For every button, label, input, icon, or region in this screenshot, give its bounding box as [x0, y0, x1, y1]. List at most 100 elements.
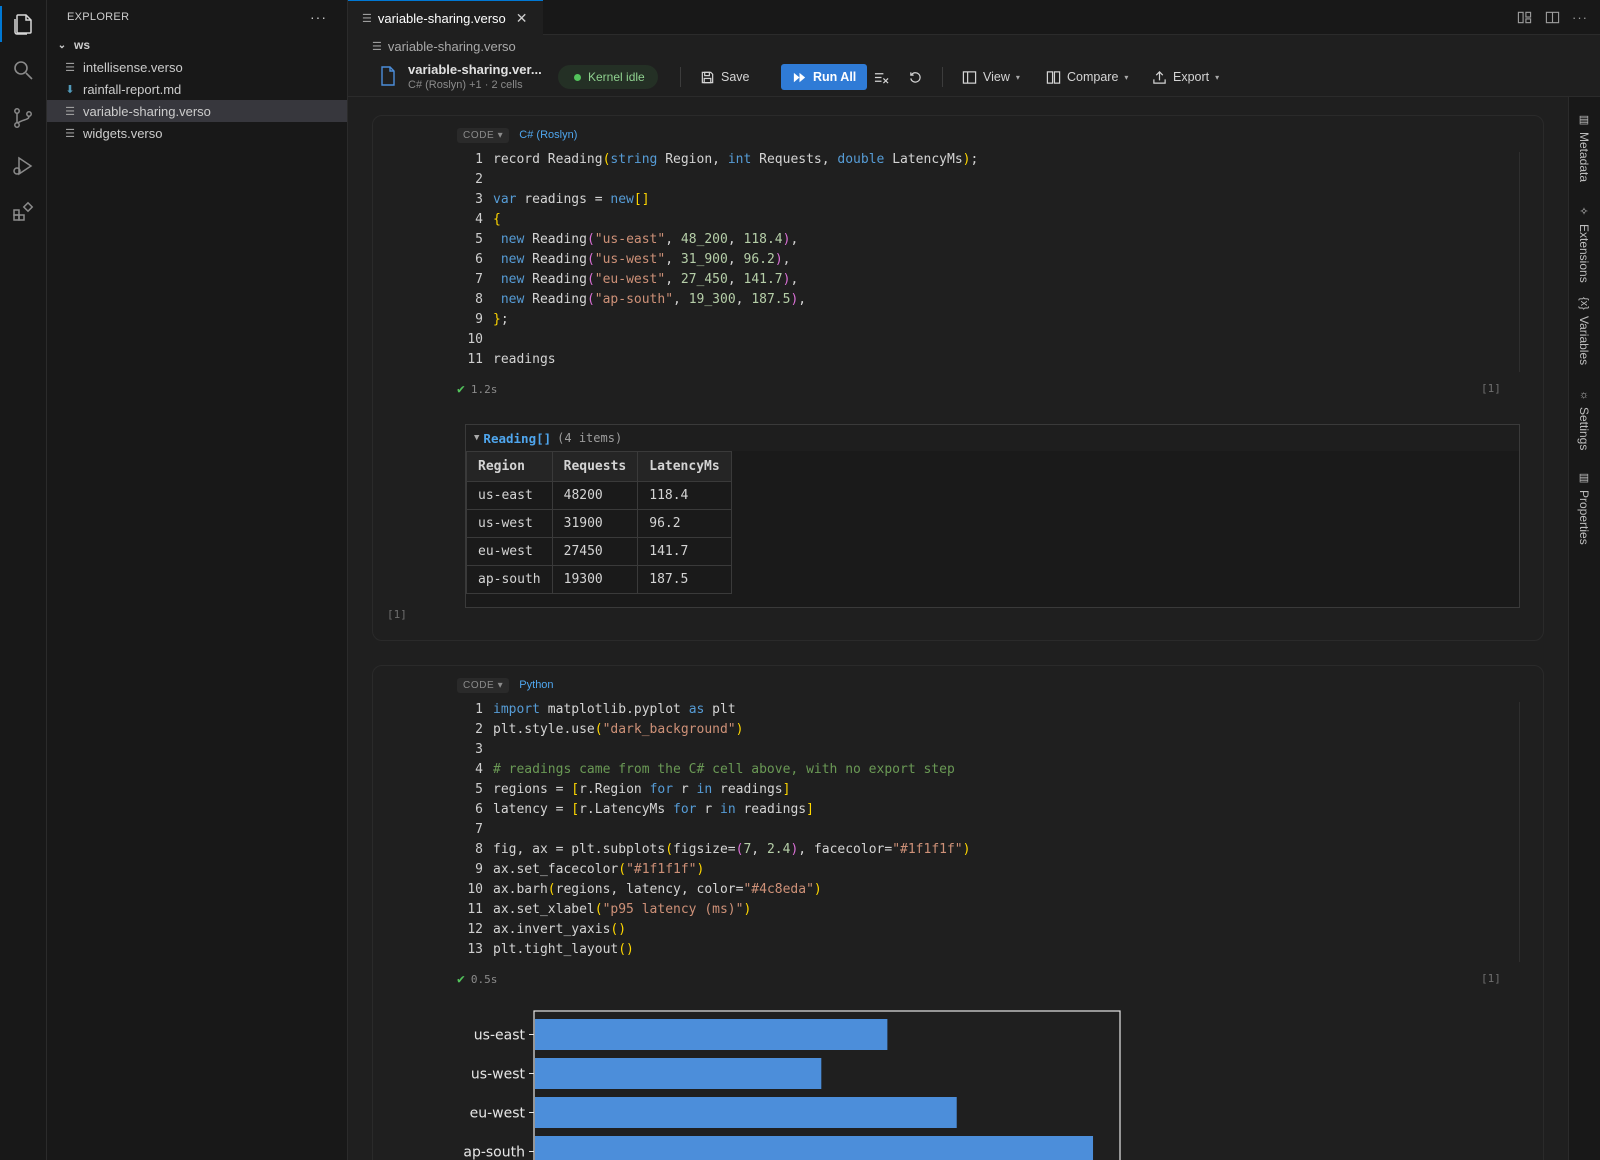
notebook-file-icon: ☰ [65, 127, 75, 140]
collapse-icon: ▼ [474, 433, 480, 443]
chart-category-label: ap-south [463, 1145, 525, 1160]
table-row: ap-south 19300 187.5 [466, 565, 732, 594]
output-header[interactable]: ▼ Reading[] (4 items) [466, 425, 1519, 451]
cell-kind-badge[interactable]: CODE ▾ [457, 677, 510, 693]
chart-bar-eu-west [535, 1097, 957, 1128]
active-indicator [0, 6, 2, 42]
file-item-intellisense[interactable]: ☰ intellisense.verso [47, 56, 347, 78]
export-icon [1153, 70, 1166, 84]
source-control-icon[interactable] [11, 106, 35, 130]
restart-kernel-button[interactable] [908, 64, 923, 90]
chart-category-label: us-west [471, 1067, 526, 1083]
restart-icon [910, 71, 921, 83]
output-count: (4 items) [557, 431, 623, 445]
more-icon[interactable]: ··· [1572, 10, 1588, 26]
notebook-file-icon: ☰ [65, 105, 75, 118]
column-header: Region [466, 451, 553, 482]
kernel-status-text: Kernel idle [588, 70, 645, 84]
breadcrumb-item[interactable]: variable-sharing.verso [388, 39, 516, 54]
view-menu-button[interactable]: View ▾ [962, 64, 1020, 90]
notebook-file-icon: ☰ [65, 61, 75, 74]
output-execution-count: [1] [387, 608, 407, 621]
tab-label: Metadata [1577, 132, 1591, 183]
tab-variable-sharing[interactable]: ☰ variable-sharing.verso ✕ [348, 0, 543, 35]
tab-settings[interactable]: ☼ Settings [1577, 389, 1591, 450]
table-row: us-east 48200 118.4 [466, 481, 732, 510]
cell-kind-badge[interactable]: CODE ▾ [457, 127, 510, 143]
workspace-folder[interactable]: ⌄ ws [47, 34, 347, 56]
file-name: rainfall-report.md [83, 81, 182, 97]
close-icon[interactable]: ✕ [516, 10, 528, 27]
editor-actions: ··· [1516, 0, 1588, 35]
split-layout-icon[interactable] [1516, 10, 1532, 26]
tab-properties[interactable]: ▤ Properties [1577, 471, 1591, 545]
search-icon[interactable] [11, 58, 35, 82]
clear-outputs-icon [874, 72, 889, 84]
chart-bar-ap-south [535, 1136, 1094, 1160]
check-icon: ✔ [457, 972, 465, 987]
run-all-button[interactable]: Run All [781, 64, 868, 90]
notebook-file-icon: ☰ [362, 12, 372, 25]
notebook-file-icon: ☰ [372, 40, 382, 53]
check-icon: ✔ [457, 382, 465, 397]
tab-label: Settings [1577, 407, 1591, 451]
tab-variables[interactable]: {x} Variables [1577, 297, 1591, 365]
execution-count: [1] [1481, 972, 1501, 985]
file-item-rainfall-report[interactable]: ⬇ rainfall-report.md [47, 78, 347, 100]
file-name: intellisense.verso [83, 59, 183, 75]
save-button[interactable]: Save [700, 64, 750, 90]
run-duration: 1.2s [470, 383, 498, 396]
file-item-widgets[interactable]: ☰ widgets.verso [47, 122, 347, 144]
explorer-icon[interactable] [11, 12, 35, 36]
chevron-down-icon: ▾ [1015, 72, 1020, 82]
split-editor-icon[interactable] [1544, 10, 1560, 26]
code-editor[interactable]: 1 record Reading(string Region, int Reque… [457, 150, 978, 370]
code-cell-csharp[interactable]: CODE ▾ C# (Roslyn) 1 record Reading(strin… [372, 115, 1544, 641]
clear-outputs-button[interactable] [874, 64, 889, 90]
more-actions-icon[interactable]: ··· [310, 9, 327, 25]
notebook-content: CODE ▾ C# (Roslyn) 1 record Reading(strin… [348, 97, 1568, 1160]
output-type-name: Reading[] [483, 430, 552, 446]
chevron-down-icon: ▾ [1124, 72, 1129, 82]
explorer-title: EXPLORER [67, 11, 130, 23]
variables-icon: {x} [1578, 297, 1590, 310]
cell-gutter [1519, 152, 1520, 372]
cell-kind: CODE [463, 129, 495, 141]
run-all-icon [793, 72, 806, 82]
extensions-icon: ✧ [1577, 205, 1590, 218]
extensions-icon[interactable] [11, 200, 35, 224]
table-cell: us-east [466, 481, 553, 510]
cell-output: ▼ Reading[] (4 items) Region Requests La… [465, 424, 1520, 608]
table-cell: us-west [466, 509, 553, 538]
kernel-status-badge[interactable]: Kernel idle [558, 65, 658, 89]
tab-metadata[interactable]: ▤ Metadata [1577, 113, 1591, 182]
tab-label: Extensions [1577, 224, 1591, 283]
export-menu-button[interactable]: Export ▾ [1152, 64, 1219, 90]
workspace-name: ws [74, 38, 91, 52]
latency-bar-chart: us-east us-west eu-west ap-south [463, 1010, 1121, 1160]
explorer-header: EXPLORER ··· [47, 0, 347, 34]
cell-kind: CODE [463, 679, 495, 691]
table-row: us-west 31900 96.2 [466, 509, 732, 538]
cell-language[interactable]: C# (Roslyn) [519, 129, 577, 141]
code-editor[interactable]: 1 import matplotlib.pyplot as plt 2 plt.st… [457, 700, 970, 960]
compare-icon [1046, 70, 1061, 84]
table-cell: 48200 [551, 481, 639, 510]
file-item-variable-sharing[interactable]: ☰ variable-sharing.verso [47, 100, 347, 122]
table-cell: ap-south [466, 565, 553, 594]
table-cell: 31900 [551, 509, 639, 538]
run-duration: 0.5s [470, 973, 498, 986]
export-label: Export [1173, 70, 1210, 84]
cell-language[interactable]: Python [519, 679, 553, 691]
column-header: Requests [551, 451, 639, 482]
notebook-title: variable-sharing.ver... C# (Roslyn) +1 ·… [408, 62, 542, 91]
run-debug-icon[interactable] [11, 154, 35, 178]
run-all-label: Run All [813, 70, 857, 84]
cell-gutter [1519, 702, 1520, 962]
tab-extensions[interactable]: ✧ Extensions [1577, 205, 1591, 283]
compare-menu-button[interactable]: Compare ▾ [1046, 64, 1128, 90]
breadcrumb: ☰ variable-sharing.verso [348, 35, 1600, 57]
execution-count: [1] [1481, 382, 1501, 395]
toolbar-divider [942, 67, 943, 87]
table-cell: 187.5 [637, 565, 732, 594]
